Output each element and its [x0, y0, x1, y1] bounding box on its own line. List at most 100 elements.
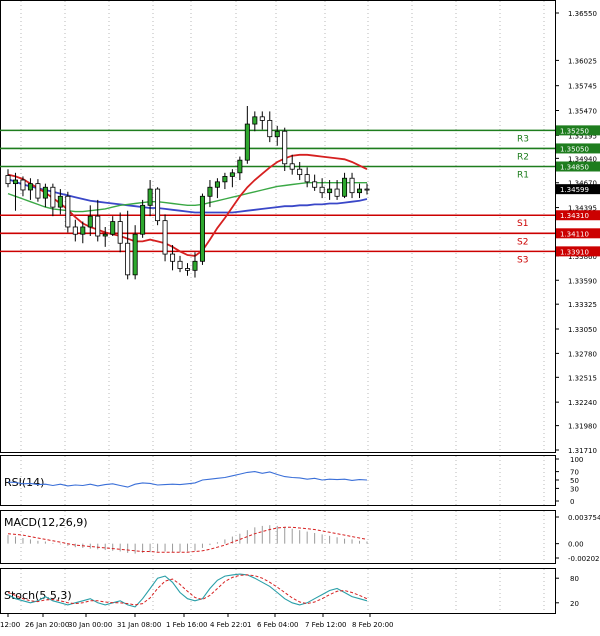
level-price-label: 1.34850: [560, 163, 589, 171]
candle-bear: [72, 226, 78, 235]
candle-bull: [42, 186, 48, 199]
candle-bull: [244, 123, 250, 161]
candle-bear: [312, 181, 318, 188]
candle-bear: [20, 179, 26, 191]
candle-bull: [110, 221, 116, 235]
candle-bull: [199, 195, 205, 262]
candle-bull: [132, 233, 138, 276]
level-name-s1: S1: [517, 219, 528, 229]
time-tick-label: 12:00: [0, 621, 20, 629]
candle-bull: [222, 176, 228, 183]
rsi-tick-label: 50: [570, 477, 579, 485]
level-price-label: 1.35050: [560, 145, 589, 153]
candle-bull: [207, 186, 213, 197]
price-tick-label: 1.33050: [568, 326, 597, 334]
candle-bear: [117, 221, 123, 244]
candle-bear: [170, 253, 176, 262]
level-price-label: 1.33910: [560, 248, 589, 256]
time-tick-label: 6 Feb 04:00: [257, 621, 298, 629]
candle-bull: [192, 260, 198, 271]
price-tick-label: 1.32780: [568, 350, 597, 358]
candle-bull: [12, 179, 18, 185]
time-tick-label: 1 Feb 16:00: [166, 621, 207, 629]
price-tick-label: 1.33590: [568, 277, 597, 285]
macd-tick-label: 0.003754: [568, 514, 600, 522]
macd-tick-label: -0.002021: [568, 555, 600, 563]
panel-frame: [0, 455, 556, 506]
candle-bear: [95, 215, 101, 237]
price-tick-label: 1.31980: [568, 423, 597, 431]
candle-bear: [259, 116, 265, 121]
candle-bear: [319, 186, 325, 194]
candle-bull: [80, 226, 86, 235]
candle-bull: [214, 181, 220, 188]
rsi-tick-label: 70: [570, 469, 579, 477]
macd-label: MACD(12,26,9): [4, 516, 88, 529]
candle-bull: [140, 204, 146, 235]
candle-bull: [252, 116, 258, 125]
candle-bull: [274, 130, 280, 138]
price-chart: 1.36550 1.36025 1.35745 1.35470 1.35195 1.349…: [0, 0, 600, 632]
candle-bear: [162, 220, 168, 255]
candle-bear: [50, 186, 56, 208]
price-tick-label: 1.35470: [568, 108, 597, 116]
level-name-s2: S2: [517, 237, 528, 247]
candle-bull: [27, 183, 33, 191]
panel-frame: [0, 0, 556, 453]
candle-bear: [349, 177, 355, 194]
candle-bear: [364, 188, 370, 191]
stoch-tick-label: 80: [570, 575, 579, 583]
candle-bear: [334, 188, 340, 197]
level-price-label: 1.34310: [560, 212, 589, 220]
price-tick-label: 1.36550: [568, 10, 597, 18]
level-name-r2: R2: [517, 152, 529, 162]
time-tick-label: 26 Jan 20:00: [25, 621, 69, 629]
candle-bull: [147, 188, 153, 206]
price-tick-label: 1.33325: [568, 301, 597, 309]
candle-bear: [155, 188, 161, 222]
level-name-r3: R3: [517, 134, 529, 144]
level-name-r1: R1: [517, 170, 529, 180]
rsi-tick-label: 0: [570, 498, 574, 506]
stoch-label: Stoch(5,5,3): [4, 589, 72, 602]
panel-frame: [0, 568, 556, 614]
level-price-label: 1.34110: [560, 230, 589, 238]
price-tick-label: 1.31710: [568, 447, 597, 455]
rsi-tick-label: 30: [570, 485, 579, 493]
candle-bear: [289, 163, 295, 170]
time-tick-label: 30 Jan 00:00: [68, 621, 112, 629]
stoch-tick-label: 20: [570, 600, 579, 608]
candle-bull: [57, 195, 63, 208]
candle-bull: [327, 188, 333, 194]
macd-tick-label: 0.00: [568, 541, 584, 549]
candle-bear: [304, 174, 310, 183]
candle-bull: [342, 177, 348, 197]
candle-bear: [177, 260, 183, 269]
candle-bear: [5, 175, 11, 185]
candle-bear: [184, 268, 190, 271]
candle-bull: [102, 233, 108, 237]
candle-bear: [125, 242, 131, 276]
candle-bull: [87, 215, 93, 228]
time-tick-label: 31 Jan 08:00: [117, 621, 161, 629]
candle-bear: [267, 120, 273, 138]
current-price-label: 1.34599: [560, 186, 589, 194]
price-tick-label: 1.32240: [568, 399, 597, 407]
time-tick-label: 8 Feb 20:00: [352, 621, 393, 629]
candle-bull: [229, 172, 235, 177]
candle-bear: [35, 183, 41, 199]
rsi-tick-label: 100: [570, 456, 583, 464]
price-tick-label: 1.35745: [568, 83, 597, 91]
candle-bear: [65, 195, 71, 228]
price-tick-label: 1.32515: [568, 374, 597, 382]
level-name-s3: S3: [517, 255, 528, 265]
candle-bear: [282, 130, 288, 165]
level-price-label: 1.35250: [560, 127, 589, 135]
time-tick-label: 4 Feb 22:01: [210, 621, 251, 629]
candle-bull: [237, 159, 243, 174]
time-tick-label: 7 Feb 12:00: [305, 621, 346, 629]
chart-canvas: 1.365501.360251.357451.354701.351951.349…: [0, 0, 600, 629]
candle-bear: [297, 168, 303, 176]
price-tick-label: 1.36025: [568, 57, 597, 65]
candle-bull: [357, 188, 363, 194]
